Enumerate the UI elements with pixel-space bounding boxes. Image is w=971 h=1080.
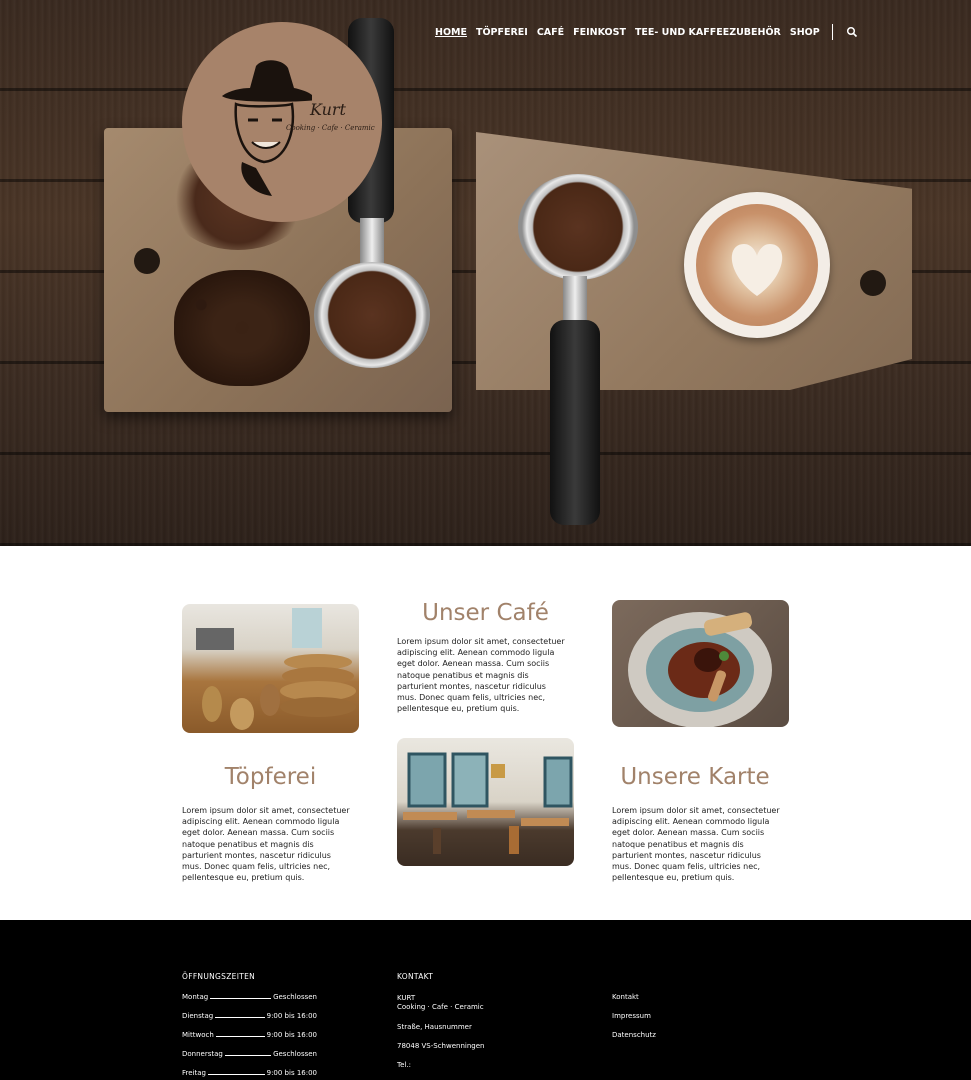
- board-hole: [134, 248, 160, 274]
- opening-hours-title: ÖFFNUNGSZEITEN: [182, 972, 256, 981]
- pottery-image: [182, 604, 359, 733]
- hours-day: Montag: [182, 993, 209, 1001]
- cafe-text: Lorem ipsum dolor sit amet, consectetuer…: [397, 637, 565, 714]
- hours-row: Freitag 9:00 bis 16:00: [182, 1069, 317, 1077]
- pottery-illustration: [196, 608, 356, 730]
- contact-street: Straße, Hausnummer: [397, 1023, 472, 1031]
- cafe-interior-image: [397, 738, 574, 866]
- contact-city: 78048 VS-Schwenningen: [397, 1042, 485, 1050]
- board-hole: [860, 270, 886, 296]
- contact-tagline: Cooking · Cafe · Ceramic: [397, 1003, 484, 1011]
- hours-row: Mittwoch 9:00 bis 16:00: [182, 1031, 317, 1039]
- hours-time: 9:00 bis 16:00: [266, 1069, 317, 1077]
- footer-link-kontakt[interactable]: Kontakt: [612, 993, 639, 1001]
- hours-time: 9:00 bis 16:00: [266, 1031, 317, 1039]
- hours-day: Donnerstag: [182, 1050, 223, 1058]
- hours-row: Montag Geschlossen: [182, 993, 317, 1001]
- main-nav: HOME TÖPFEREI CAFÉ FEINKOST TEE- UND KAF…: [435, 24, 858, 40]
- nav-tee-kaffeezubehoer[interactable]: TEE- UND KAFFEEZUBEHÖR: [635, 27, 781, 38]
- nav-divider: [831, 24, 833, 40]
- search-icon[interactable]: [846, 26, 858, 38]
- toepferei-heading: Töpferei: [224, 764, 317, 790]
- nav-cafe[interactable]: CAFÉ: [537, 27, 564, 38]
- toepferei-text: Lorem ipsum dolor sit amet, consectetuer…: [182, 806, 350, 883]
- portafilter-neck: [563, 276, 587, 324]
- karte-heading: Unsere Karte: [620, 764, 770, 790]
- hours-row: Donnerstag Geschlossen: [182, 1050, 317, 1058]
- contact-tel: Tel.:: [397, 1061, 411, 1069]
- page: Kurt Cooking · Cafe · Ceramic HOME TÖPFE…: [0, 0, 971, 1080]
- hours-time: 9:00 bis 16:00: [266, 1012, 317, 1020]
- cafe-heading: Unser Café: [422, 600, 549, 626]
- footer-link-impressum[interactable]: Impressum: [612, 1012, 651, 1020]
- hours-day: Freitag: [182, 1069, 206, 1077]
- portafilter-neck: [360, 218, 384, 266]
- hours-time: Geschlossen: [273, 993, 317, 1001]
- hours-row: Dienstag 9:00 bis 16:00: [182, 1012, 317, 1020]
- coffee-beans: [174, 270, 310, 386]
- portafilter-left: [314, 262, 430, 368]
- portafilter-handle: [550, 320, 600, 525]
- hero-image: Kurt Cooking · Cafe · Ceramic HOME TÖPFE…: [0, 0, 971, 546]
- footer: ÖFFNUNGSZEITEN Montag Geschlossen Dienst…: [0, 920, 971, 1080]
- logo-name: Kurt: [310, 100, 346, 119]
- hours-time: Geschlossen: [273, 1050, 317, 1058]
- interior-illustration: [403, 752, 573, 854]
- portrait-icon: [222, 60, 312, 196]
- nav-shop[interactable]: SHOP: [790, 27, 820, 38]
- portafilter-right: [518, 174, 638, 280]
- nav-home[interactable]: HOME: [435, 27, 467, 38]
- hours-day: Mittwoch: [182, 1031, 214, 1039]
- nav-toepferei[interactable]: TÖPFEREI: [476, 27, 528, 38]
- footer-link-datenschutz[interactable]: Datenschutz: [612, 1031, 656, 1039]
- nav-feinkost[interactable]: FEINKOST: [573, 27, 626, 38]
- latte-art-heart-icon: [731, 244, 783, 296]
- food-plate-image: [612, 600, 789, 727]
- logo-tagline: Cooking · Cafe · Ceramic: [286, 124, 375, 132]
- dish-illustration: [628, 612, 772, 727]
- hours-day: Dienstag: [182, 1012, 214, 1020]
- logo[interactable]: Kurt Cooking · Cafe · Ceramic: [182, 22, 382, 222]
- latte-cup: [684, 192, 830, 338]
- karte-text: Lorem ipsum dolor sit amet, consectetuer…: [612, 806, 780, 883]
- contact-title: KONTAKT: [397, 972, 434, 981]
